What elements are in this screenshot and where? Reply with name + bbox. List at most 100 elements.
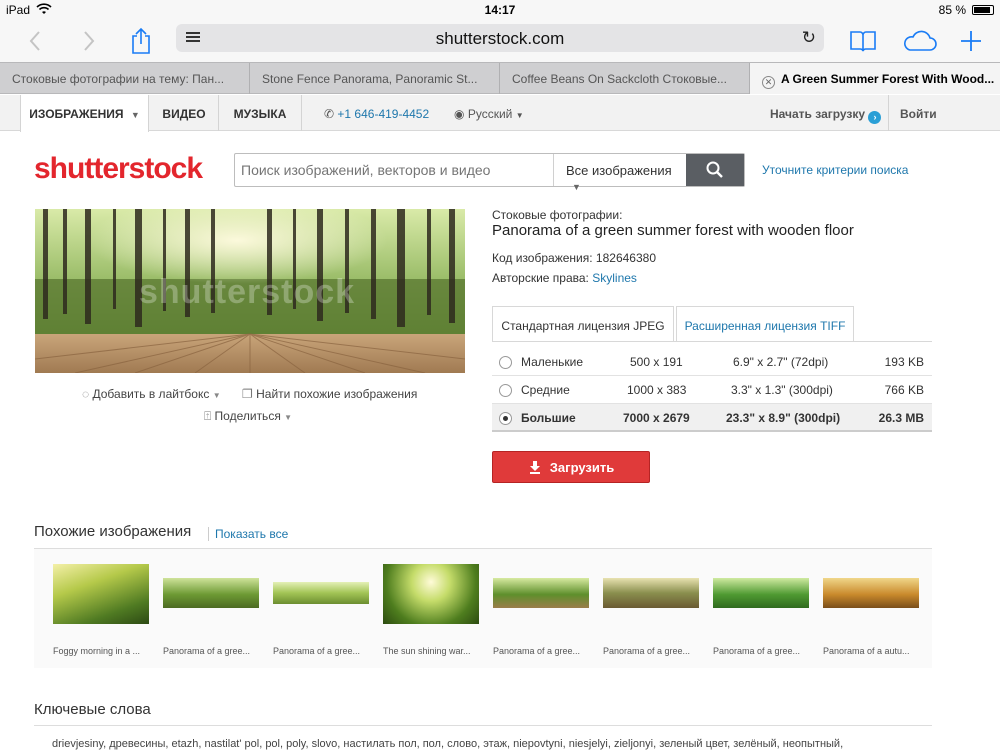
browser-tab-active[interactable]: ✕ A Green Summer Forest With Wood... (750, 63, 1000, 94)
url-text: shutterstock.com (435, 29, 565, 48)
keywords-heading: Ключевые слова (34, 701, 151, 718)
language-selector[interactable]: ◉ Русский ▼ (454, 107, 524, 121)
size-row[interactable]: Средние 1000 x 383 3.3" x 1.3" (300dpi) … (492, 376, 932, 404)
site-nav: ИЗОБРАЖЕНИЯ ▼ ВИДЕО МУЗЫКА ✆ +1 646-419-… (0, 95, 1000, 132)
similar-thumb[interactable] (713, 578, 809, 608)
share-image-button[interactable]: ⍐ Поделиться ▼ (204, 409, 292, 424)
new-tab-button[interactable] (956, 26, 986, 56)
nav-music-label: МУЗЫКА (233, 107, 287, 121)
size-name: Средние (521, 383, 570, 397)
size-inches: 6.9" x 2.7" (72dpi) (733, 355, 829, 369)
image-id: 182646380 (595, 251, 656, 265)
site-logo[interactable]: shutterstock (34, 152, 203, 186)
share-button[interactable] (126, 26, 156, 56)
download-button[interactable]: Загрузить (492, 451, 650, 483)
caret-down-icon: ▼ (572, 182, 581, 192)
upload-label: Начать загрузку (770, 107, 866, 121)
similar-strip: Foggy morning in a ... Panorama of a gre… (34, 548, 932, 668)
similar-caption: Panorama of a gree... (273, 646, 361, 656)
size-row-selected[interactable]: Большие 7000 x 2679 23.3" x 8.9" (300dpi… (492, 404, 932, 432)
size-inches: 3.3" x 1.3" (300dpi) (731, 383, 833, 397)
search-input[interactable] (241, 158, 551, 182)
similar-caption: Panorama of a gree... (603, 646, 691, 656)
similar-thumb[interactable] (383, 564, 479, 624)
phone-link[interactable]: ✆ +1 646-419-4452 (324, 107, 429, 121)
nav-video-label: ВИДЕО (162, 107, 206, 121)
size-radio[interactable] (499, 356, 512, 369)
caret-down-icon: ▼ (515, 111, 524, 120)
bookmarks-button[interactable] (848, 26, 878, 56)
browser-toolbar: shutterstock.com ↻ (0, 20, 1000, 62)
browser-tab[interactable]: Stone Fence Panorama, Panoramic St... (250, 63, 500, 94)
nav-video[interactable]: ВИДЕО (150, 95, 218, 131)
tab-extended-label: Расширенная лицензия TIFF (684, 319, 846, 333)
find-similar-button[interactable]: ❐ Найти похожие изображения (242, 387, 417, 401)
size-table: Маленькие 500 x 191 6.9" x 2.7" (72dpi) … (492, 348, 932, 432)
nav-music[interactable]: МУЗЫКА (219, 95, 301, 131)
login-link[interactable]: Войти (900, 107, 937, 121)
size-radio[interactable] (499, 384, 512, 397)
tab-standard-license[interactable]: Стандартная лицензия JPEG (492, 306, 674, 342)
size-px: 500 x 191 (630, 355, 683, 369)
size-row[interactable]: Маленькие 500 x 191 6.9" x 2.7" (72dpi) … (492, 348, 932, 376)
add-to-lightbox-button[interactable]: ◌ Добавить в лайтбокс ▼ (82, 387, 221, 401)
download-icon (529, 461, 540, 474)
main-image[interactable]: shutterstock (35, 209, 465, 373)
author-link[interactable]: Skylines (592, 271, 637, 285)
watermark: shutterstock (139, 273, 356, 311)
back-button[interactable] (20, 26, 50, 56)
similar-thumb[interactable] (273, 582, 369, 604)
share-label: Поделиться (214, 409, 281, 423)
clock: 14:17 (484, 3, 516, 17)
globe-icon: ◉ (454, 107, 465, 121)
similar-thumb[interactable] (53, 564, 149, 624)
similar-thumb[interactable] (493, 578, 589, 608)
caret-down-icon: ▼ (130, 110, 140, 120)
share-icon: ⍐ (204, 409, 212, 423)
search-button[interactable] (686, 154, 744, 186)
browser-tab[interactable]: Стоковые фотографии на тему: Пан... (0, 63, 250, 94)
tab-label: Coffee Beans On Sackcloth Стоковые... (512, 72, 727, 86)
find-similar-label: Найти похожие изображения (256, 387, 418, 401)
tab-extended-license[interactable]: Расширенная лицензия TIFF (676, 306, 854, 342)
similar-thumb[interactable] (163, 578, 259, 608)
image-title: Panorama of a green summer forest with w… (492, 222, 854, 239)
download-label: Загрузить (549, 459, 615, 475)
close-tab-icon[interactable]: ✕ (762, 76, 775, 89)
refine-search-link[interactable]: Уточните критерии поиска (762, 163, 908, 177)
battery-icon (972, 5, 994, 15)
icloud-tabs-button[interactable] (902, 26, 938, 56)
size-px: 1000 x 383 (627, 383, 687, 397)
similar-caption: Panorama of a gree... (163, 646, 251, 656)
tab-standard-label: Стандартная лицензия JPEG (501, 319, 665, 333)
similar-caption: The sun shining war... (383, 646, 471, 656)
reload-icon[interactable]: ↻ (802, 28, 816, 48)
address-bar[interactable]: shutterstock.com ↻ (176, 24, 824, 52)
chevron-right-icon (84, 31, 95, 51)
caret-down-icon: ▼ (284, 413, 293, 422)
size-radio[interactable] (499, 412, 512, 425)
license-divider (492, 341, 932, 342)
upload-link[interactable]: Начать загрузку › (770, 107, 882, 124)
show-all-link[interactable]: Показать все (208, 527, 288, 541)
similar-thumb[interactable] (823, 578, 919, 608)
add-lightbox-label: Добавить в лайтбокс (92, 387, 210, 401)
login-label: Войти (900, 107, 937, 121)
share-icon (132, 27, 150, 54)
keywords-list: drievjesiny, древесины, etazh, nastilat'… (52, 738, 844, 750)
search-scope-select[interactable]: Все изображения ▼ (553, 154, 689, 192)
nav-images[interactable]: ИЗОБРАЖЕНИЯ ▼ (20, 95, 149, 132)
similar-thumb[interactable] (603, 578, 699, 608)
browser-tab[interactable]: Coffee Beans On Sackcloth Стоковые... (500, 63, 750, 94)
size-file: 766 KB (884, 383, 924, 397)
size-file: 193 KB (884, 355, 924, 369)
size-name: Большие (521, 411, 576, 425)
phone-icon: ✆ (324, 107, 335, 121)
image-id-row: Код изображения: 182646380 (492, 251, 656, 265)
arrow-right-circle-icon: › (868, 111, 882, 124)
tab-bar: Стоковые фотографии на тему: Пан... Ston… (0, 62, 1000, 94)
forward-button[interactable] (74, 26, 104, 56)
author-row: Авторские права: Skylines (492, 271, 637, 285)
search-scope-label: Все изображения (566, 163, 672, 178)
lightbulb-icon: ◌ (82, 387, 90, 401)
